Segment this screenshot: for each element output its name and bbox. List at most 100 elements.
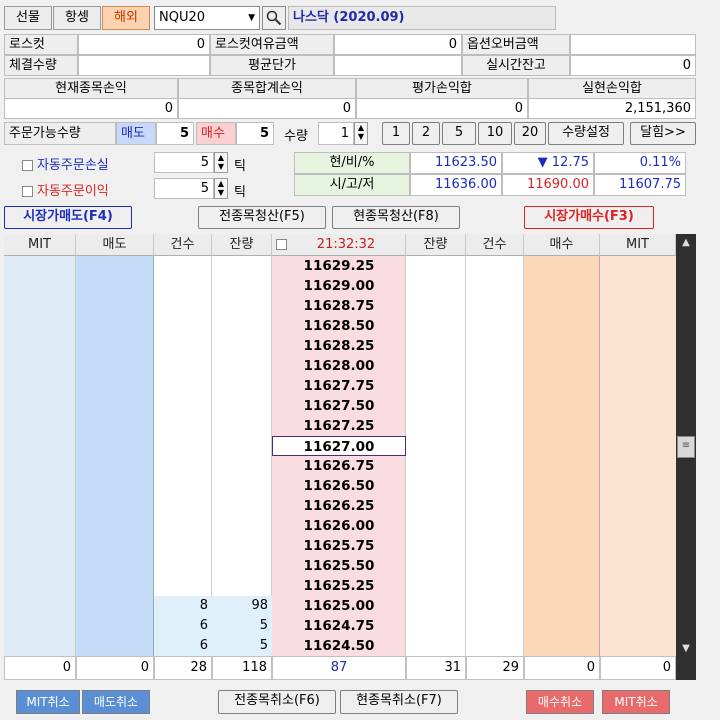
realtime-balance-label: 실시간잔고: [462, 55, 570, 76]
qty-spinner[interactable]: ▲ ▼: [354, 122, 368, 145]
option-over-value: [570, 34, 696, 55]
symbol-combo[interactable]: NQU20 ▼: [154, 6, 260, 30]
col-header-ask-count: 건수: [154, 234, 212, 256]
pnl-header-current: 현재종목손익: [4, 78, 178, 99]
loss-cut-margin-value: 0: [334, 34, 462, 55]
buy-cancel-button[interactable]: 매수취소: [526, 690, 594, 714]
qty-button-2[interactable]: 2: [412, 122, 440, 145]
footer-bid-count: 29: [466, 656, 524, 680]
quote-change-value: 12.75: [551, 155, 589, 170]
price-cell[interactable]: 11626.50: [272, 476, 406, 496]
price-cell[interactable]: 11628.75: [272, 296, 406, 316]
price-cell[interactable]: 11626.75: [272, 456, 406, 476]
price-cell[interactable]: 11626.00: [272, 516, 406, 536]
time-checkbox[interactable]: [276, 239, 287, 250]
time-value: 21:32:32: [316, 237, 376, 252]
cancel-current-button[interactable]: 현종목취소(F7): [340, 690, 458, 714]
auto-profit-unit: 틱: [234, 185, 246, 200]
col-header-ask: 매도: [76, 234, 154, 256]
price-cell[interactable]: 11624.75: [272, 616, 406, 636]
footer-bid-qty: 31: [406, 656, 466, 680]
price-cell[interactable]: 11627.50: [272, 396, 406, 416]
price-cell[interactable]: 11627.25: [272, 416, 406, 436]
bid-column[interactable]: [524, 256, 600, 656]
ask-qty-cell: 5: [212, 636, 272, 656]
col-header-bid-mit: MIT: [600, 234, 676, 256]
ask-column[interactable]: [76, 256, 154, 656]
qty-button-20[interactable]: 20: [514, 122, 546, 145]
scroll-up-icon[interactable]: ▲: [676, 234, 696, 252]
spin-up-icon: ▲: [217, 153, 225, 162]
price-cell[interactable]: 11628.50: [272, 316, 406, 336]
mit-cancel-right-button[interactable]: MIT취소: [602, 690, 670, 714]
sell-cancel-button[interactable]: 매도취소: [82, 690, 150, 714]
price-cell[interactable]: 11627.75: [272, 376, 406, 396]
symbol-code: NQU20: [159, 10, 206, 25]
sell-label: 매도: [116, 122, 156, 145]
avg-price-value: [334, 55, 462, 76]
price-cell[interactable]: 11625.75: [272, 536, 406, 556]
mit-cancel-left-button[interactable]: MIT취소: [16, 690, 80, 714]
footer-bid-mit: 0: [600, 656, 676, 680]
auto-loss-input[interactable]: 5: [154, 152, 214, 173]
ask-qty-cell: 5: [212, 616, 272, 636]
realtime-balance-value: 0: [570, 55, 696, 76]
auto-loss-spinner[interactable]: ▲ ▼: [214, 152, 228, 173]
market-buy-button[interactable]: 시장가매수(F3): [524, 206, 654, 229]
close-current-button[interactable]: 현종목청산(F8): [332, 206, 460, 229]
auto-loss-checkbox[interactable]: [22, 160, 33, 171]
price-cell[interactable]: 11625.50: [272, 556, 406, 576]
pnl-header-total: 종목합계손익: [178, 78, 356, 99]
auto-profit-input[interactable]: 5: [154, 178, 214, 199]
price-cell[interactable]: 11624.50: [272, 636, 406, 656]
auto-profit-label: 자동주문이익: [37, 184, 109, 199]
bid-qty-column: [406, 256, 466, 656]
tab-futures[interactable]: 선물: [4, 6, 52, 30]
tab-hangseng[interactable]: 항셍: [53, 6, 101, 30]
qty-label: 수량: [284, 129, 308, 144]
qty-button-5[interactable]: 5: [442, 122, 476, 145]
col-header-time: 21:32:32: [272, 234, 406, 256]
auto-loss-row[interactable]: 자동주문손실: [22, 154, 109, 173]
qty-setting-button[interactable]: 수량설정: [548, 122, 624, 145]
quote-current: 11623.50: [410, 152, 502, 174]
qty-input[interactable]: 1: [318, 122, 354, 145]
spin-down-icon: ▼: [217, 162, 225, 171]
auto-profit-checkbox[interactable]: [22, 186, 33, 197]
jump-button[interactable]: 달힘>>: [630, 122, 696, 145]
qty-button-10[interactable]: 10: [478, 122, 512, 145]
auto-profit-row[interactable]: 자동주문이익: [22, 180, 109, 199]
footer-ask-qty: 118: [212, 656, 272, 680]
scroll-thumb[interactable]: ≡: [677, 436, 695, 458]
fill-qty-label: 체결수량: [4, 55, 78, 76]
price-cell[interactable]: 11629.00: [272, 276, 406, 296]
price-cell[interactable]: 11625.00: [272, 596, 406, 616]
price-cell[interactable]: 11628.00: [272, 356, 406, 376]
search-button[interactable]: [262, 6, 286, 30]
spin-up-icon: ▲: [217, 179, 225, 188]
cancel-all-button[interactable]: 전종목취소(F6): [218, 690, 336, 714]
ask-mit-column[interactable]: [4, 256, 76, 656]
auto-profit-spinner[interactable]: ▲ ▼: [214, 178, 228, 199]
ask-count-cell: 6: [154, 636, 212, 656]
scroll-down-icon[interactable]: ▼: [676, 640, 696, 658]
price-cell[interactable]: 11629.25: [272, 256, 406, 276]
avg-price-label: 평균단가: [210, 55, 334, 76]
order-book-scrollbar[interactable]: ▲ ≡ ▼: [676, 234, 696, 680]
tab-overseas[interactable]: 해외: [102, 6, 150, 30]
quote-row2-label: 시/고/저: [294, 174, 410, 196]
loss-cut-margin-label: 로스컷여유금액: [210, 34, 334, 55]
price-cell[interactable]: 11627.00: [272, 436, 406, 456]
option-over-label: 옵션오버금액: [462, 34, 570, 55]
col-header-bid: 매수: [524, 234, 600, 256]
qty-button-1[interactable]: 1: [382, 122, 410, 145]
price-cell[interactable]: 11626.25: [272, 496, 406, 516]
price-cell[interactable]: 11625.25: [272, 576, 406, 596]
price-cell[interactable]: 11628.25: [272, 336, 406, 356]
bid-mit-column[interactable]: [600, 256, 676, 656]
close-all-button[interactable]: 전종목청산(F5): [198, 206, 326, 229]
buy-label: 매수: [196, 122, 236, 145]
market-sell-button[interactable]: 시장가매도(F4): [4, 206, 132, 229]
ask-qty-cell: 98: [212, 596, 272, 616]
spin-down-icon: ▼: [217, 188, 225, 197]
